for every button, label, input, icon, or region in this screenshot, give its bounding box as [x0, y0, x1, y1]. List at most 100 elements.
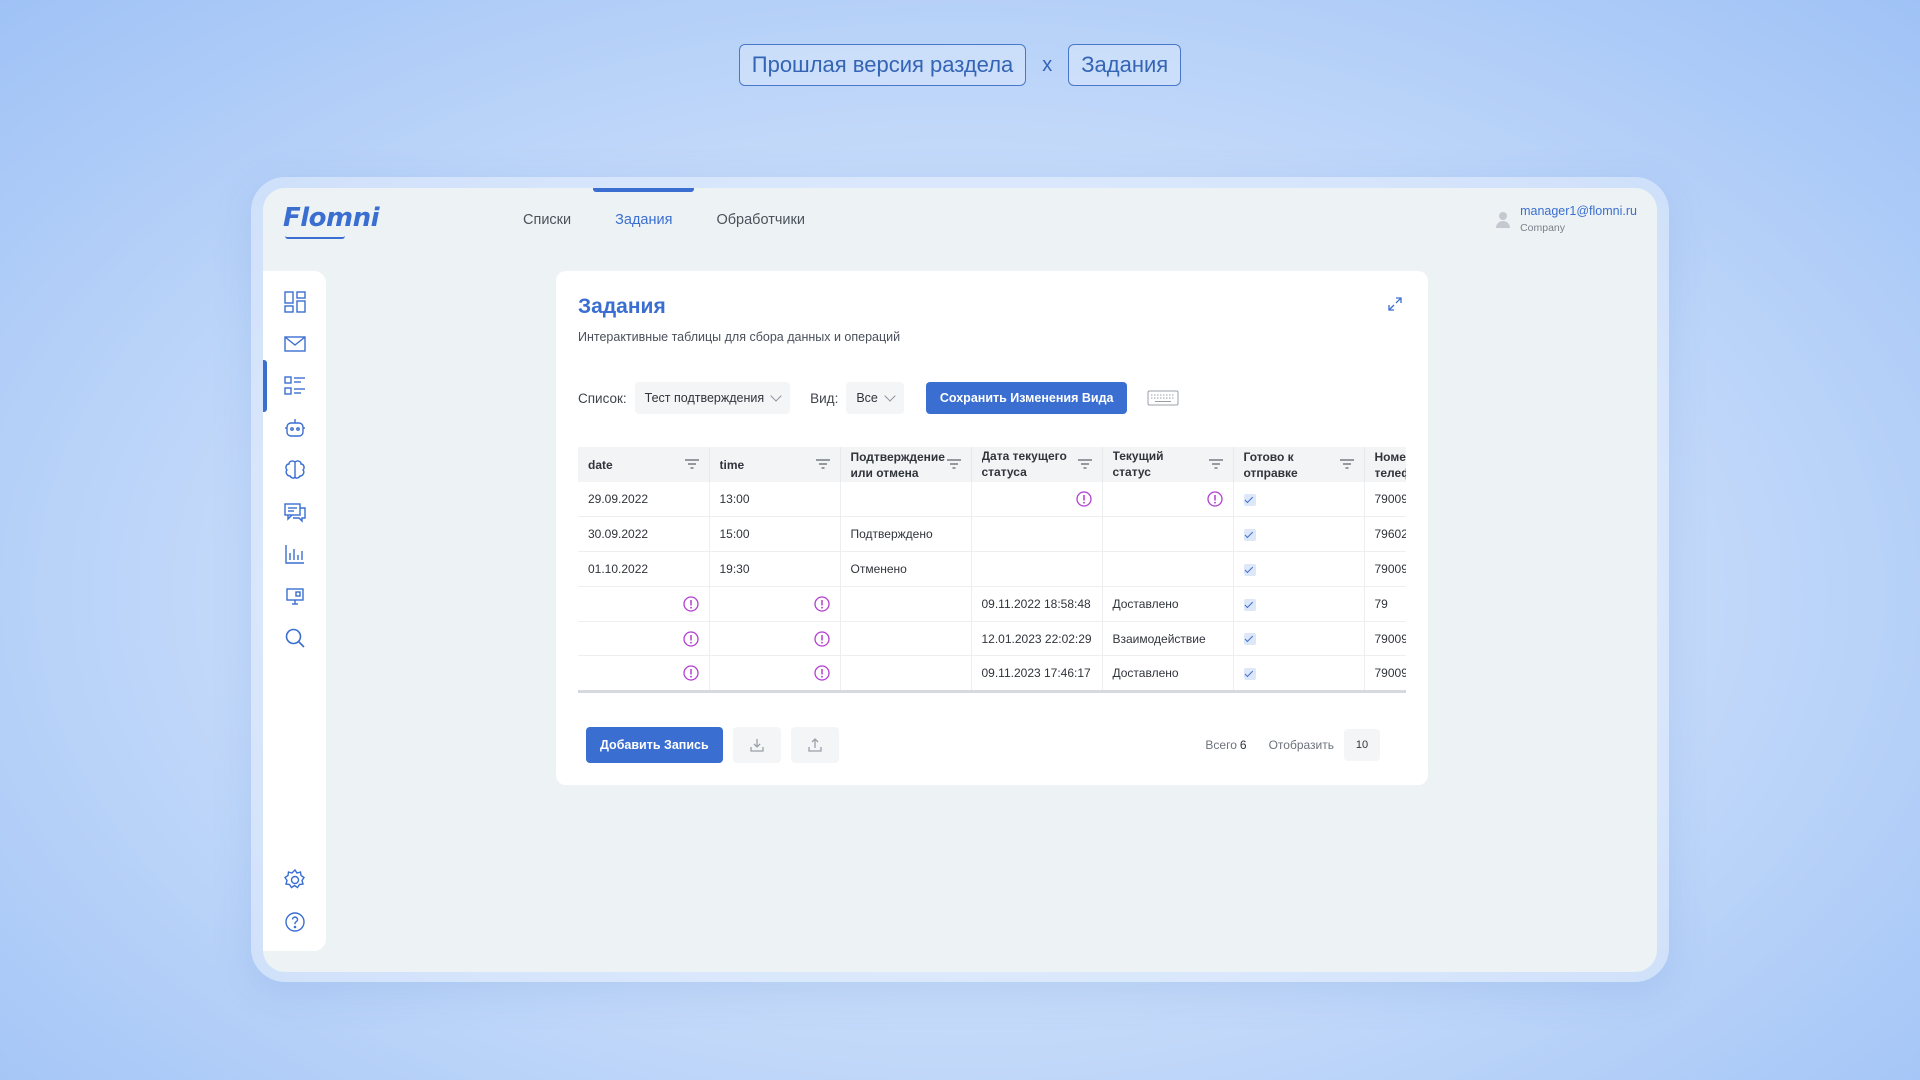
sidebar-item-messages[interactable] — [263, 324, 326, 364]
cell-ready[interactable] — [1233, 516, 1365, 553]
cell-ready[interactable] — [1233, 551, 1365, 587]
warning-icon — [813, 630, 830, 647]
cell-time[interactable]: 13:00 — [709, 482, 841, 518]
table-row[interactable]: 01.10.2022 19:30 Отменено 79009 — [578, 551, 1406, 587]
view-select[interactable]: Все — [846, 382, 904, 414]
keyboard-icon[interactable] — [1147, 389, 1179, 407]
cell-phone[interactable]: 79009 — [1364, 621, 1406, 657]
cell-date[interactable]: 29.09.2022 — [578, 482, 710, 518]
sidebar-item-help[interactable] — [263, 902, 326, 942]
cell-status-date[interactable]: 12.01.2023 22:02:29 — [971, 621, 1103, 657]
column-header-ready[interactable]: Готово к отправке — [1233, 447, 1365, 482]
page-size-select[interactable]: 10 — [1344, 729, 1380, 761]
cell-confirm[interactable] — [840, 482, 972, 518]
cell-time[interactable] — [709, 621, 841, 657]
cell-status-date[interactable] — [971, 516, 1103, 553]
cell-status-date[interactable]: 09.11.2022 18:58:48 — [971, 586, 1103, 622]
cell-phone[interactable]: 79602 — [1364, 516, 1406, 553]
checkbox-checked[interactable] — [1243, 529, 1256, 542]
list-select[interactable]: Тест подтверждения — [634, 382, 791, 414]
column-header-status[interactable]: Текущий статус сообщения — [1102, 447, 1234, 482]
sidebar-item-bots[interactable] — [263, 408, 326, 448]
cell-status[interactable] — [1102, 516, 1234, 553]
cell-phone[interactable]: 79009 — [1364, 482, 1406, 518]
show-label: Отобразить — [1268, 738, 1334, 752]
cell-date[interactable] — [578, 621, 710, 657]
cell-status-date[interactable]: 09.11.2023 17:46:17 — [971, 655, 1103, 690]
user-menu[interactable]: manager1@flomni.ru Company — [1496, 204, 1637, 234]
cell-confirm[interactable]: Отменено — [840, 551, 972, 587]
filter-icon[interactable] — [1339, 459, 1354, 469]
cell-phone[interactable]: 79009 — [1364, 551, 1406, 587]
cell-status[interactable]: Доставлено — [1102, 586, 1234, 622]
flomni-logo[interactable]: Flomni — [283, 203, 380, 233]
cell-date[interactable]: 30.09.2022 — [578, 516, 710, 553]
cell-ready[interactable] — [1233, 586, 1365, 622]
tab-tasks[interactable]: Задания — [593, 188, 695, 248]
filter-icon[interactable] — [815, 459, 830, 469]
cell-status-date[interactable] — [971, 551, 1103, 587]
column-header-time[interactable]: time — [709, 447, 841, 482]
cell-date[interactable]: 01.10.2022 — [578, 551, 710, 587]
checkbox-checked[interactable] — [1243, 598, 1256, 611]
cell-time[interactable]: 15:00 — [709, 516, 841, 553]
cell-time[interactable]: 19:30 — [709, 551, 841, 587]
tab-lists[interactable]: Списки — [501, 188, 593, 248]
tab-handlers[interactable]: Обработчики — [694, 188, 827, 248]
dashboard-icon — [283, 291, 306, 313]
cell-status[interactable]: Взаимодействие — [1102, 621, 1234, 657]
filter-icon[interactable] — [1208, 459, 1223, 469]
column-header-confirmation[interactable]: Подтверждение или отмена — [840, 447, 972, 482]
expand-icon[interactable] — [1388, 297, 1402, 311]
user-company: Company — [1520, 222, 1566, 234]
table-row[interactable]: 09.11.2023 17:46:17 Доставлено 79009 — [578, 655, 1406, 690]
upload-button[interactable] — [790, 727, 839, 763]
checkbox-checked[interactable] — [1243, 563, 1256, 576]
save-view-button[interactable]: Сохранить Изменения Вида — [925, 382, 1128, 414]
warning-icon — [682, 630, 699, 647]
sidebar-item-settings[interactable] — [263, 860, 326, 900]
cell-confirm[interactable]: Подтверждено — [840, 516, 972, 553]
sidebar-item-search[interactable] — [263, 618, 326, 658]
cell-confirm[interactable] — [840, 586, 972, 622]
column-header-date[interactable]: date — [578, 447, 710, 482]
cell-ready[interactable] — [1233, 655, 1365, 690]
cell-status[interactable] — [1102, 551, 1234, 587]
cell-time[interactable] — [709, 586, 841, 622]
cell-confirm[interactable] — [840, 655, 972, 690]
cell-ready[interactable] — [1233, 621, 1365, 657]
table-row[interactable]: 29.09.2022 13:00 79009 — [578, 482, 1406, 518]
cell-status[interactable]: Доставлено — [1102, 655, 1234, 690]
cell-ready[interactable] — [1233, 482, 1365, 518]
sidebar-item-analytics[interactable] — [263, 534, 326, 574]
sidebar-item-monitor[interactable] — [263, 576, 326, 616]
column-header-status-date[interactable]: Дата текущего статуса сообщения — [971, 447, 1103, 482]
add-record-button[interactable]: Добавить Запись — [586, 727, 723, 763]
warning-icon — [1206, 491, 1223, 507]
filter-icon[interactable] — [946, 459, 961, 469]
cell-phone[interactable]: 79 — [1364, 586, 1406, 622]
filter-icon[interactable] — [684, 459, 699, 469]
sidebar-item-chats[interactable] — [263, 492, 326, 532]
checkbox-checked[interactable] — [1243, 493, 1256, 506]
sidebar-item-dashboard[interactable] — [263, 282, 326, 322]
download-button[interactable] — [732, 727, 781, 763]
checkbox-checked[interactable] — [1243, 633, 1256, 646]
table-row[interactable]: 09.11.2022 18:58:48 Доставлено 79 — [578, 586, 1406, 622]
cell-date[interactable] — [578, 655, 710, 690]
cell-confirm[interactable] — [840, 621, 972, 657]
list-select-value: Тест подтверждения — [644, 391, 765, 405]
chat-icon — [283, 503, 306, 523]
table-row[interactable]: 30.09.2022 15:00 Подтверждено 79602 — [578, 516, 1406, 553]
cell-time[interactable] — [709, 655, 841, 690]
checkbox-checked[interactable] — [1243, 668, 1256, 681]
cell-status-date[interactable] — [971, 482, 1103, 518]
sidebar-item-ai[interactable] — [263, 450, 326, 490]
cell-status[interactable] — [1102, 482, 1234, 518]
table-row[interactable]: 12.01.2023 22:02:29 Взаимодействие 79009 — [578, 621, 1406, 657]
cell-phone[interactable]: 79009 — [1364, 655, 1406, 690]
cell-date[interactable] — [578, 586, 710, 622]
column-header-phone[interactable]: Номер телефона — [1364, 447, 1406, 482]
filter-icon[interactable] — [1077, 459, 1092, 469]
sidebar-item-tasks[interactable] — [263, 360, 326, 412]
